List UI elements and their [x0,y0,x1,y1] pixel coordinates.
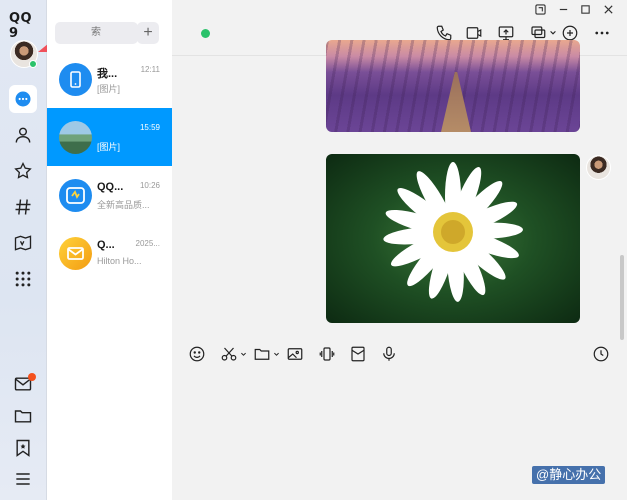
bookmark-star-icon [16,439,30,457]
watermark-label: @静心办公 [532,466,606,484]
conversation-time: 2025... [135,239,160,248]
clock-icon [593,346,609,362]
conversation-time: 12:11 [140,65,160,74]
left-rail: QQ 9 [0,0,47,500]
red-envelope-icon [351,346,365,362]
close-icon [603,4,613,14]
hamburger-menu-icon [16,473,30,485]
contact-online-dot [201,29,210,38]
scissors-icon [221,347,237,361]
folder-icon [14,410,32,423]
vibrate-icon [319,347,335,361]
send-image-button[interactable] [286,343,304,365]
sender-avatar[interactable] [586,155,611,180]
channels-nav-button[interactable] [9,193,37,221]
favorites-nav-button[interactable] [9,157,37,185]
message-scrollbar[interactable] [620,255,624,340]
more-options-button[interactable] [591,22,613,44]
window-pin-icon [534,3,546,15]
minimize-icon [559,8,567,10]
conversation-item[interactable]: QQ... 10:26 全新高品质... [47,166,172,224]
conversation-time: 15:59 [139,123,160,132]
conversation-preview: Hilton Ho... [97,256,142,266]
games-nav-button[interactable] [9,229,37,257]
image-icon [287,348,303,360]
mail-icon [59,237,92,270]
conversation-item[interactable]: Q... 2025... Hilton Ho... [47,224,172,282]
game-map-icon [14,235,32,251]
person-icon [15,127,31,143]
red-packet-button[interactable] [349,343,367,365]
image-message-lavender[interactable] [326,40,580,132]
phone-device-icon [59,63,92,96]
chat-history-button[interactable] [592,343,610,365]
minimize-button[interactable] [555,2,571,16]
qq-service-icon [59,179,92,212]
chat-bubble-icon [15,91,31,107]
mail-notification-dot [28,373,36,381]
main-menu-button[interactable] [9,465,37,493]
screenshot-button[interactable] [220,343,247,365]
add-button[interactable]: + [137,22,159,44]
conversation-name: 我... [97,68,118,80]
conversation-name: Q... [97,239,115,251]
hashtag-icon [15,199,31,215]
more-dots-icon [595,31,609,35]
contacts-nav-button[interactable] [9,121,37,149]
shake-button[interactable] [318,343,336,365]
conversation-item-selected[interactable]: 15:59 [图片] [47,108,172,166]
conversation-name: QQ... [97,181,124,193]
chevron-down-icon [241,352,246,356]
lavender-field-path [441,72,471,132]
search-input[interactable] [55,22,138,44]
grid-icon [15,271,31,287]
landscape-avatar [59,121,92,154]
image-message-daisy[interactable] [326,154,580,323]
maximize-button[interactable] [577,2,593,16]
conversation-preview: [图片] [97,84,121,94]
files-nav-button[interactable] [9,402,37,430]
conversation-time: 10:26 [139,181,160,190]
pin-window-button[interactable] [532,2,548,16]
voice-message-button[interactable] [380,343,398,365]
conversation-preview: [图片] [97,142,121,152]
folder-icon [254,348,270,360]
online-status-dot [29,60,37,68]
microphone-icon [383,346,395,361]
conversation-item[interactable]: 我... 12:11 [图片] [47,50,172,108]
close-window-button[interactable] [600,2,616,16]
chevron-down-icon [550,31,556,35]
chevron-down-icon [274,352,279,356]
conversation-list: + 我... 12:11 [图片] 15:59 [图片] QQ... 10:26… [47,0,172,500]
send-file-button[interactable] [253,343,280,365]
emoji-button[interactable] [188,343,206,365]
conversation-preview: 全新高品质... [97,200,150,210]
maximize-icon [580,4,590,14]
smiley-icon [189,346,205,362]
star-icon [14,161,32,179]
messages-nav-button[interactable] [9,85,37,113]
apps-nav-button[interactable] [9,265,37,293]
daisy-flower-image [383,162,523,302]
chat-panel [172,0,627,500]
bookmarks-nav-button[interactable] [9,434,37,462]
